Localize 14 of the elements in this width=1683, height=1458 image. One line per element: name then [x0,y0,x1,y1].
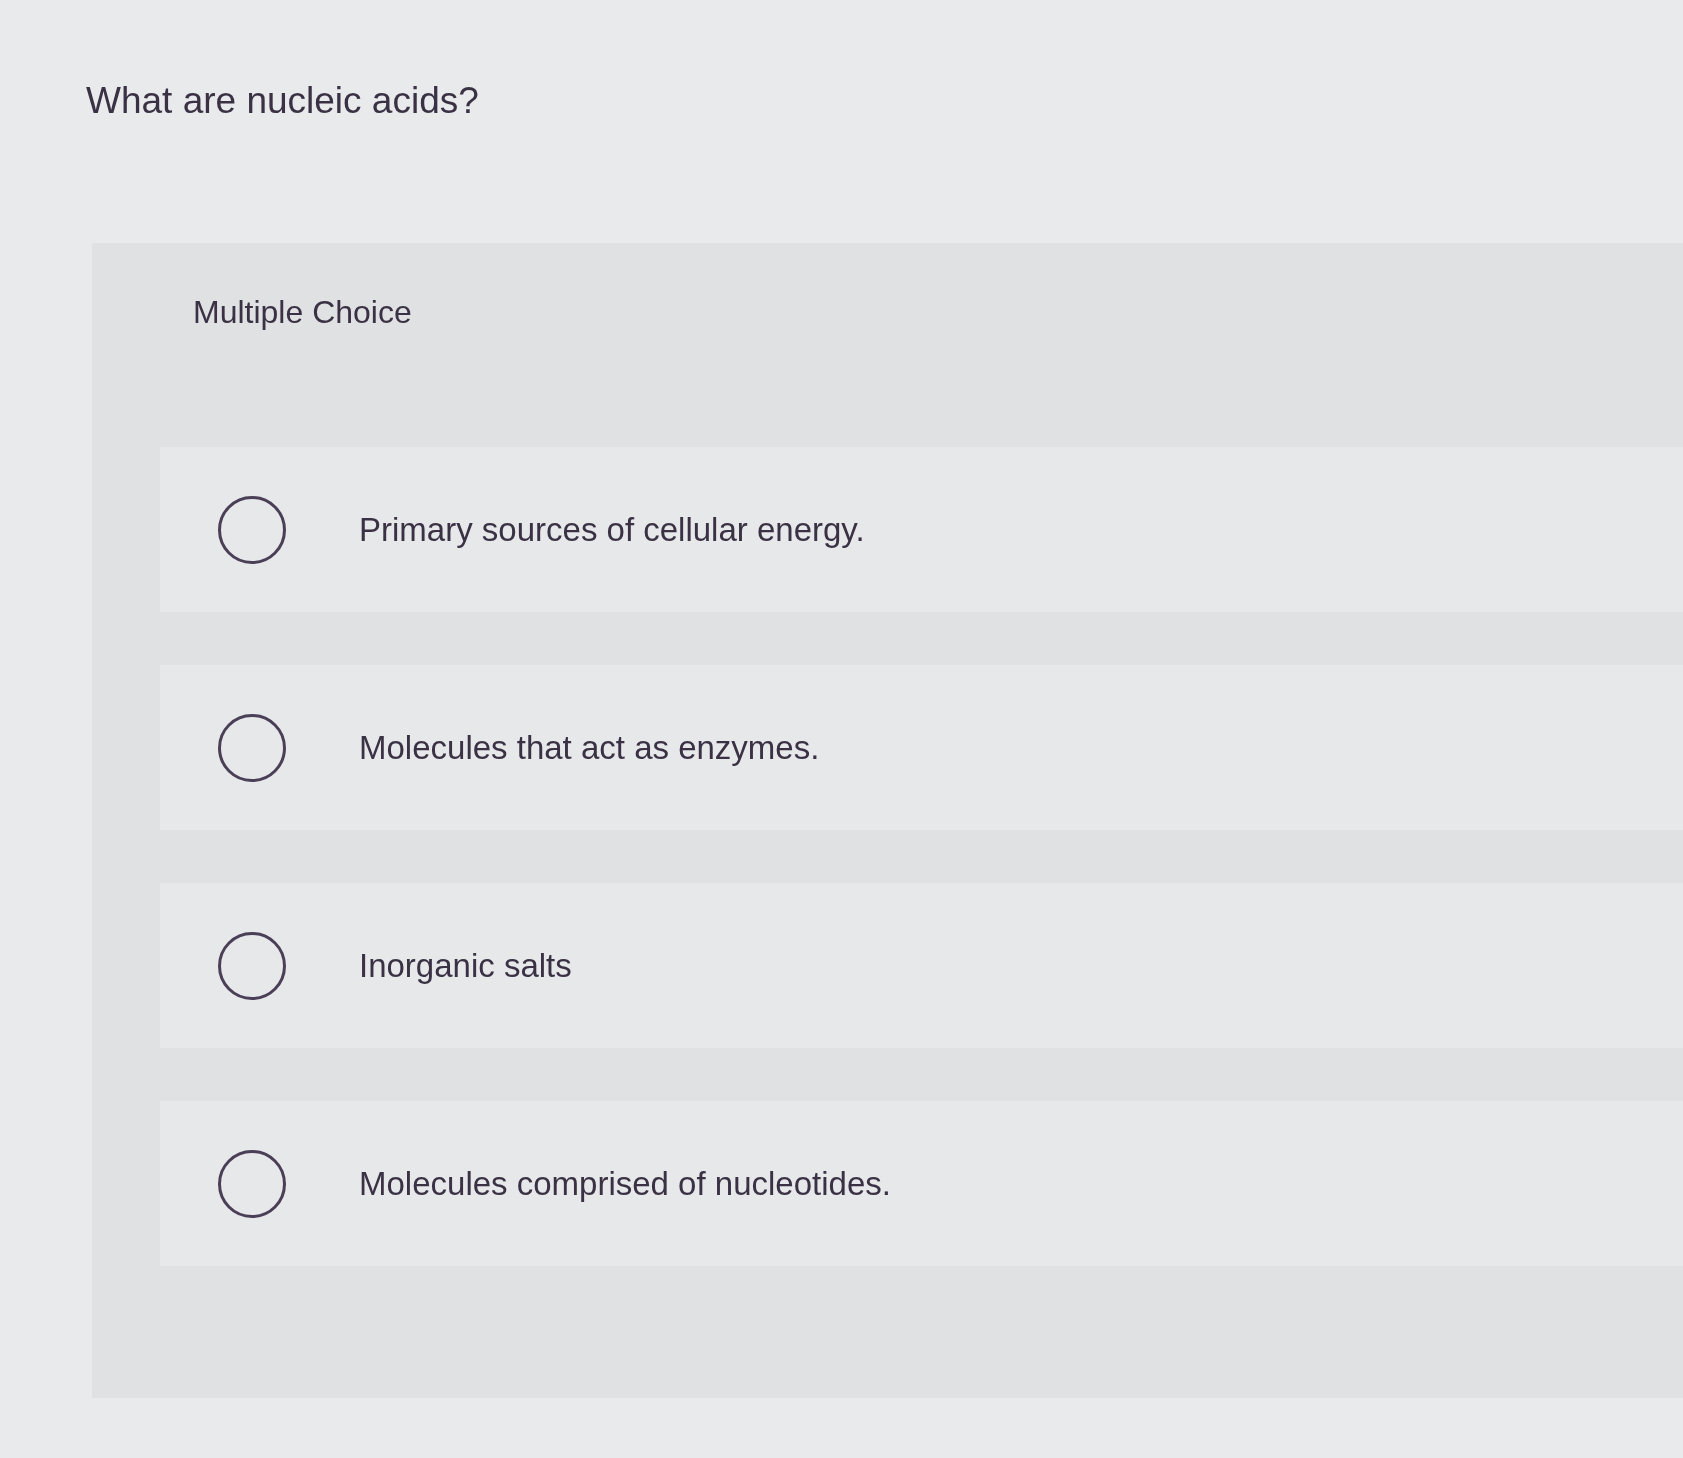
answer-option[interactable]: Molecules comprised of nucleotides. [160,1101,1683,1266]
radio-button[interactable] [218,713,286,782]
option-text: Molecules comprised of nucleotides. [359,1163,891,1204]
option-text: Inorganic salts [359,945,572,986]
option-text: Molecules that act as enzymes. [359,727,820,768]
question-type-label: Multiple Choice [193,293,412,331]
option-text: Primary sources of cellular energy. [359,509,865,550]
answer-option[interactable]: Molecules that act as enzymes. [160,665,1683,830]
radio-button[interactable] [218,495,286,564]
radio-button[interactable] [218,931,286,1000]
radio-button[interactable] [218,1149,286,1218]
answer-option[interactable]: Primary sources of cellular energy. [160,447,1683,612]
question-text: What are nucleic acids? [86,80,479,122]
answer-option[interactable]: Inorganic salts [160,883,1683,1048]
